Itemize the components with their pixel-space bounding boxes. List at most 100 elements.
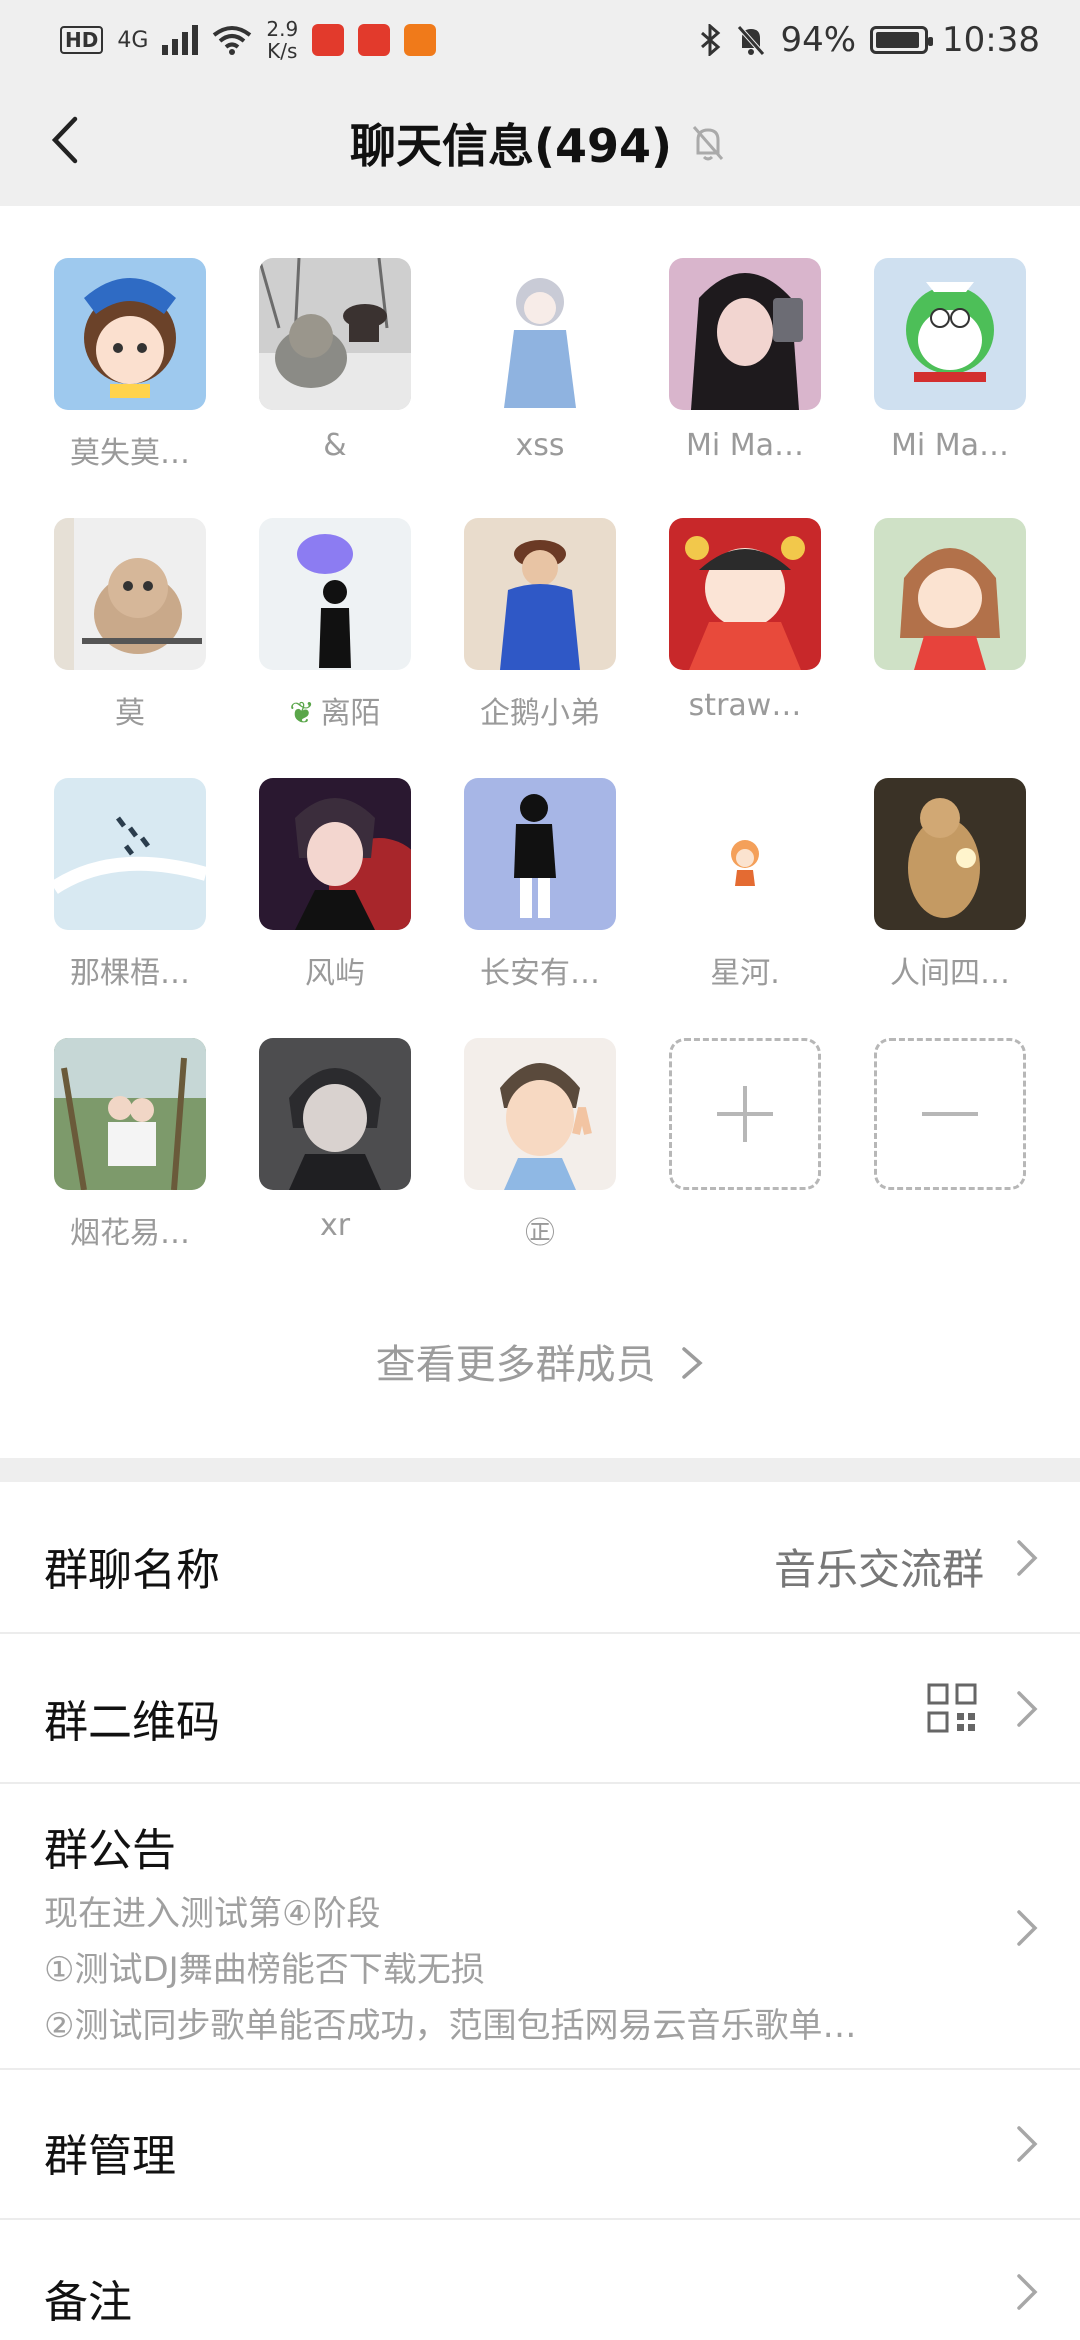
group-name-label: 群聊名称	[44, 1545, 220, 1596]
member-item[interactable]: Mi Ma…	[874, 258, 1026, 472]
member-name: 风屿	[305, 956, 365, 991]
member-item[interactable]: 莫失莫…	[54, 258, 206, 472]
avatar	[464, 778, 616, 930]
chevron-right-icon	[1017, 1540, 1038, 1576]
header: 聊天信息(494)	[0, 80, 1080, 206]
member-item[interactable]: Mi Ma…	[669, 258, 821, 472]
app-notification-icon	[312, 24, 345, 56]
member-item[interactable]: &	[259, 258, 411, 472]
status-bar: HD 4G 2.9 K/s 94% 10:38	[0, 0, 1080, 80]
avatar	[874, 258, 1026, 410]
member-item[interactable]: straw…	[669, 518, 821, 732]
app-notification-icon	[358, 24, 391, 56]
battery-percent: 94%	[780, 20, 857, 60]
member-item[interactable]: 烟花易…	[54, 1038, 206, 1252]
group-manage-label: 群管理	[44, 2131, 176, 2182]
signal-icon	[162, 25, 199, 55]
member-item[interactable]: 人间四…	[874, 778, 1026, 992]
avatar	[669, 778, 821, 930]
chevron-right-icon	[1017, 2274, 1038, 2310]
leaf-icon: ❦	[289, 696, 315, 731]
chevron-right-icon	[682, 1347, 704, 1379]
avatar	[54, 778, 206, 930]
member-name: 那棵梧…	[70, 956, 190, 991]
member-item[interactable]	[874, 518, 1026, 732]
avatar	[54, 258, 206, 410]
group-manage-row[interactable]: 群管理	[0, 2070, 1080, 2220]
member-grid: 莫失莫… & xss Mi Ma… Mi Ma… 莫 ❦ 离陌 企鹅小弟 str…	[54, 258, 1026, 1252]
member-name: 长安有…	[480, 956, 600, 991]
member-item[interactable]: ❦ 离陌	[259, 518, 411, 732]
member-name: 企鹅小弟	[480, 696, 600, 731]
member-item[interactable]: ㊣	[464, 1038, 616, 1252]
member-name: 星河.	[710, 956, 780, 991]
battery-icon	[870, 26, 934, 54]
group-qr-label: 群二维码	[44, 1697, 220, 1748]
wifi-icon	[213, 26, 252, 55]
member-name: 莫	[115, 696, 145, 731]
group-name-row[interactable]: 群聊名称 音乐交流群	[0, 1482, 1080, 1634]
notice-text-line: ②测试同步歌单能否成功，范围包括网易云音乐歌单…	[44, 2006, 857, 2046]
member-item[interactable]: 星河.	[669, 778, 821, 992]
avatar	[464, 518, 616, 670]
member-item[interactable]: 那棵梧…	[54, 778, 206, 992]
avatar	[54, 1038, 206, 1190]
chevron-right-icon	[1017, 1691, 1038, 1727]
network-type: 4G	[117, 27, 149, 53]
member-name: &	[323, 428, 347, 463]
avatar	[259, 778, 411, 930]
view-more-label: 查看更多群成员	[375, 1342, 656, 1388]
member-item[interactable]: xr	[259, 1038, 411, 1252]
member-item[interactable]: 长安有…	[464, 778, 616, 992]
muted-bell-icon	[690, 123, 730, 163]
page-title: 聊天信息(494)	[349, 119, 673, 173]
plus-icon	[717, 1086, 773, 1142]
member-name: Mi Ma…	[685, 428, 805, 463]
hd-indicator: HD	[60, 26, 104, 54]
chevron-right-icon	[1017, 1910, 1038, 1946]
minus-icon	[922, 1112, 978, 1116]
avatar	[259, 518, 411, 670]
notice-text-line: ①测试DJ舞曲榜能否下载无损	[44, 1950, 485, 1990]
member-item[interactable]: 风屿	[259, 778, 411, 992]
add-member-button[interactable]	[669, 1038, 821, 1252]
app-notification-icon	[404, 24, 437, 56]
group-qr-row[interactable]: 群二维码	[0, 1634, 1080, 1784]
member-name: xss	[515, 428, 565, 463]
avatar	[669, 258, 821, 410]
avatar	[874, 518, 1026, 670]
mute-bell-icon	[737, 25, 766, 56]
notice-text-line: 现在进入测试第④阶段	[44, 1894, 381, 1934]
group-name-value: 音乐交流群	[773, 1545, 984, 1594]
qr-code-icon	[927, 1683, 977, 1733]
member-name: straw…	[688, 688, 802, 723]
member-name: 烟花易…	[70, 1216, 190, 1251]
member-item[interactable]: 莫	[54, 518, 206, 732]
network-speed: 2.9 K/s	[266, 17, 299, 63]
member-name: 人间四…	[890, 956, 1010, 991]
chevron-right-icon	[1017, 2126, 1038, 2162]
avatar	[669, 518, 821, 670]
avatar	[874, 778, 1026, 930]
member-item[interactable]: xss	[464, 258, 616, 472]
remark-row[interactable]: 备注	[0, 2220, 1080, 2340]
bluetooth-icon	[701, 24, 721, 56]
avatar	[464, 1038, 616, 1190]
member-section: 莫失莫… & xss Mi Ma… Mi Ma… 莫 ❦ 离陌 企鹅小弟 str…	[0, 206, 1080, 1458]
remove-member-tile[interactable]	[874, 1038, 1026, 1190]
group-notice-row[interactable]: 群公告 现在进入测试第④阶段 ①测试DJ舞曲榜能否下载无损 ②测试同步歌单能否成…	[0, 1784, 1080, 2070]
group-notice-label: 群公告	[44, 1825, 176, 1876]
remark-label: 备注	[44, 2277, 132, 2328]
member-name: xr	[319, 1208, 351, 1243]
remove-member-button[interactable]	[874, 1038, 1026, 1252]
avatar	[259, 258, 411, 410]
member-name: 莫失莫…	[70, 436, 190, 471]
avatar	[54, 518, 206, 670]
avatar	[464, 258, 616, 410]
avatar	[259, 1038, 411, 1190]
member-item[interactable]: 企鹅小弟	[464, 518, 616, 732]
view-more-members-link[interactable]: 查看更多群成员	[0, 1332, 1080, 1390]
add-member-tile[interactable]	[669, 1038, 821, 1190]
member-name: ❦ 离陌	[289, 696, 381, 731]
back-button[interactable]	[34, 110, 94, 170]
